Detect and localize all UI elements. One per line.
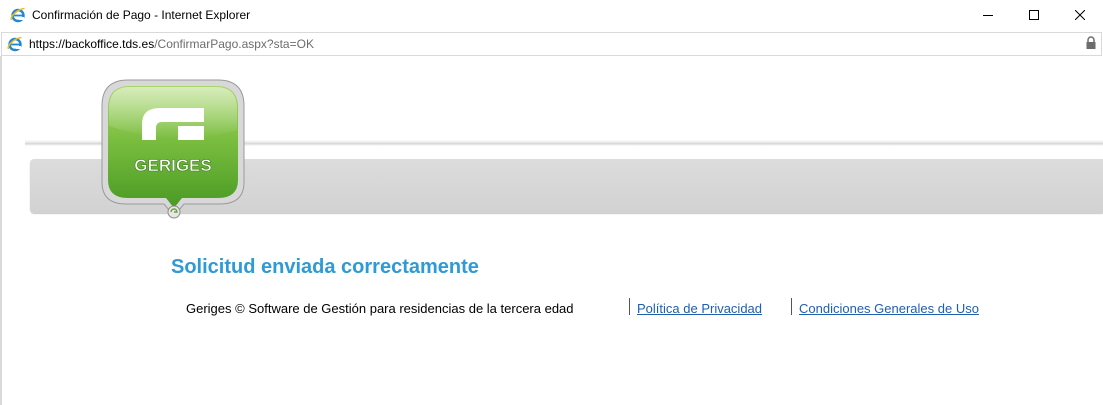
- minimize-icon: [983, 15, 993, 16]
- lock-icon[interactable]: [1085, 36, 1097, 50]
- footer-divider: [629, 298, 630, 315]
- close-icon: [1075, 10, 1085, 20]
- page-left-border: [0, 56, 2, 405]
- page-content: GERIGES Solicitud enviada correctamente …: [0, 56, 1103, 405]
- address-bar[interactable]: https://backoffice.tds.es/ConfirmarPago.…: [1, 32, 1102, 56]
- geriges-logo: GERIGES: [100, 78, 246, 230]
- url-host: backoffice.tds.es: [65, 37, 155, 51]
- logo-text: GERIGES: [134, 156, 211, 175]
- window-title: Confirmación de Pago - Internet Explorer: [32, 8, 251, 22]
- url-path: /ConfirmarPago.aspx?sta=OK: [154, 37, 314, 51]
- footer-divider: [791, 298, 792, 315]
- site-icon: [7, 36, 23, 52]
- footer-copyright: Geriges © Software de Gestión para resid…: [186, 301, 574, 316]
- address-url[interactable]: https://backoffice.tds.es/ConfirmarPago.…: [29, 37, 314, 51]
- minimize-button[interactable]: [965, 0, 1011, 31]
- terms-of-use-link[interactable]: Condiciones Generales de Uso: [799, 301, 979, 316]
- close-button[interactable]: [1057, 0, 1103, 31]
- internet-explorer-icon: [10, 7, 26, 23]
- url-scheme: https://: [29, 37, 66, 51]
- maximize-button[interactable]: [1011, 0, 1057, 31]
- title-bar: Confirmación de Pago - Internet Explorer: [0, 0, 1103, 31]
- success-heading: Solicitud enviada correctamente: [171, 256, 479, 278]
- maximize-icon: [1029, 10, 1039, 20]
- privacy-policy-link[interactable]: Política de Privacidad: [637, 301, 762, 316]
